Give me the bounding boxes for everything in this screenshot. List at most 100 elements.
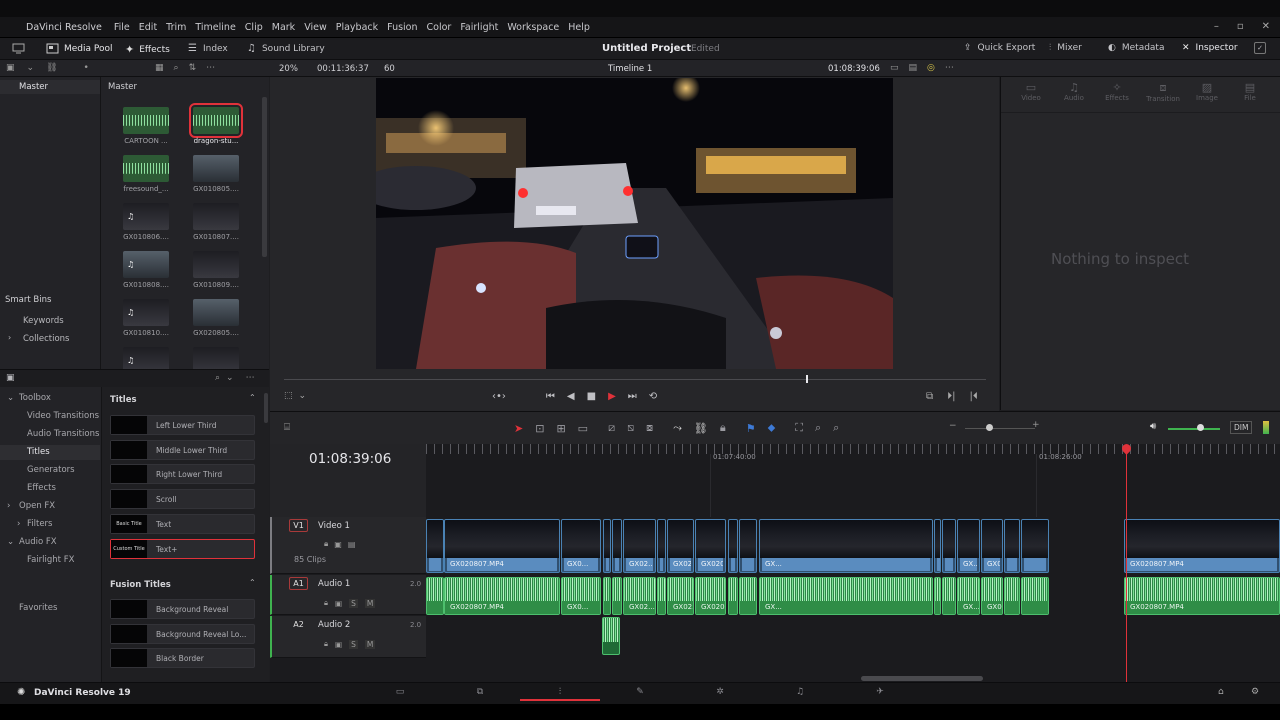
tab-video[interactable]: ▭ Video — [1015, 81, 1047, 102]
video-clip[interactable] — [942, 519, 956, 573]
bin-dropdown-icon[interactable]: ⌄ — [27, 63, 35, 73]
edit-page-icon[interactable]: ⫶ — [520, 687, 600, 701]
snapping-icon[interactable]: ⤳ — [673, 421, 682, 435]
mixer-button[interactable]: ⫶ Mixer — [1049, 43, 1082, 53]
solo-button[interactable]: S — [349, 598, 358, 608]
video-clip[interactable] — [934, 519, 941, 573]
audio-clip[interactable]: GX02... — [667, 577, 694, 615]
audio-clip[interactable]: GX02... — [623, 577, 656, 615]
video-clip-thumbnail[interactable]: ♫ — [123, 299, 169, 326]
audio-clip[interactable] — [1004, 577, 1020, 615]
track-tag-a1[interactable]: A1 — [289, 577, 308, 590]
trim-tool-icon[interactable]: ⊡ — [535, 422, 544, 435]
tree-favorites[interactable]: Favorites — [19, 603, 57, 613]
menu-help[interactable]: Help — [568, 22, 590, 33]
video-clip[interactable]: GX020807.MP4 — [444, 519, 560, 573]
video-clip-thumbnail[interactable] — [193, 251, 239, 278]
jog-track[interactable] — [284, 379, 986, 380]
media-pool-button[interactable]: Media Pool — [46, 43, 113, 54]
mute-button[interactable]: M — [364, 639, 376, 649]
link-icon[interactable]: ⛓ — [46, 63, 57, 73]
step-back-icon[interactable]: ◀ — [567, 391, 575, 402]
audio-clip[interactable]: GX... — [957, 577, 980, 615]
video-frame[interactable] — [376, 78, 893, 369]
blade-tool-icon[interactable]: ▭ — [578, 422, 588, 435]
video-clip[interactable]: GX020807.MP4 — [1124, 519, 1280, 573]
video-clip[interactable] — [739, 519, 757, 573]
zoom-custom-icon[interactable]: ⌕ — [833, 421, 839, 435]
fusion-page-icon[interactable]: ✎ — [600, 687, 680, 701]
menu-fairlight[interactable]: Fairlight — [460, 22, 498, 33]
title-template-item[interactable]: Left Lower Third — [110, 415, 255, 435]
replace-clip-icon[interactable]: ⧇ — [646, 421, 653, 435]
timeline-ruler[interactable]: 01:07:40:00 01:08:26:00 — [426, 444, 1280, 694]
video-clip-thumbnail[interactable]: ♫ — [123, 203, 169, 230]
menu-edit[interactable]: Edit — [139, 22, 157, 33]
volume-icon[interactable]: 🔊︎ — [1150, 421, 1156, 432]
mute-button[interactable]: M — [364, 598, 376, 608]
expand-open-fx-icon[interactable]: › — [7, 501, 10, 511]
selection-tool-icon[interactable]: ➤ — [514, 422, 523, 435]
video-clip[interactable] — [1004, 519, 1020, 573]
smart-bin-keywords[interactable]: Keywords — [23, 316, 64, 326]
title-template-item[interactable]: Scroll — [110, 489, 255, 510]
expand-audio-fx-icon[interactable]: ⌄ — [7, 537, 14, 547]
video-clip-thumbnail[interactable] — [193, 299, 239, 326]
video-clip[interactable] — [728, 519, 738, 573]
video-clip[interactable]: GX020807.MP4 — [695, 519, 726, 573]
menu-mark[interactable]: Mark — [272, 22, 295, 33]
tree-audio-fx[interactable]: Audio FX — [19, 537, 57, 547]
safe-area-dropdown-icon[interactable]: ⌄ — [299, 391, 307, 401]
audio-clip[interactable]: GX020807.MP4 — [444, 577, 560, 615]
skip-to-end-icon[interactable]: ⏭ — [628, 391, 637, 402]
quick-export-button[interactable]: ⇪ Quick Export — [964, 43, 1035, 53]
tab-file[interactable]: ▤ File — [1234, 81, 1266, 102]
linked-selection-icon[interactable]: ⛓ — [694, 422, 708, 435]
menu-timeline[interactable]: Timeline — [195, 22, 235, 33]
position-lock-icon[interactable]: 🔒︎ — [720, 421, 726, 435]
marker-icon[interactable]: ⬥ — [768, 421, 776, 435]
skip-to-start-icon[interactable]: ⏮ — [546, 391, 555, 402]
auto-track-icon[interactable]: ▣ — [335, 599, 342, 608]
solo-button[interactable]: S — [349, 639, 358, 649]
menu-view[interactable]: View — [304, 22, 327, 33]
color-page-icon[interactable]: ✲ — [680, 687, 760, 701]
grid-view-icon[interactable]: ▦ — [155, 63, 164, 73]
media-page-icon[interactable]: ▭ — [360, 687, 440, 701]
fusion-title-item[interactable]: Background Reveal Lo... — [110, 623, 255, 644]
dim-button[interactable]: DIM — [1230, 421, 1253, 434]
sound-library-button[interactable]: ♫ Sound Library — [247, 43, 325, 54]
blade-edit-icon[interactable]: ⊞ — [556, 422, 565, 435]
tab-image[interactable]: ▨ Image — [1191, 81, 1223, 102]
close-icon[interactable]: ✕ — [1262, 21, 1270, 32]
match-frame-icon[interactable]: ⧉ — [926, 391, 933, 402]
video-toggle-icon[interactable]: ▤ — [348, 540, 356, 549]
video-clip[interactable]: GX02... — [623, 519, 656, 573]
tree-filters[interactable]: Filters — [27, 519, 52, 529]
audio-clip[interactable]: GX... — [759, 577, 933, 615]
collapse-titles-icon[interactable]: ⌃ — [249, 393, 256, 402]
viewer-more-icon[interactable]: ⋯ — [945, 63, 954, 73]
audio-clip[interactable] — [934, 577, 941, 615]
title-template-item[interactable]: Custom Title Text+ — [110, 538, 255, 559]
volume-slider[interactable] — [1168, 428, 1220, 430]
sidebar-toggle-icon[interactable]: ▣ — [6, 63, 15, 73]
settings-gear-icon[interactable]: ⚙ — [1251, 687, 1259, 697]
more-options-icon[interactable]: ⋯ — [206, 63, 215, 73]
audio-clip[interactable] — [728, 577, 738, 615]
audio-clip[interactable] — [603, 577, 611, 615]
track-tag-v1[interactable]: V1 — [289, 519, 308, 532]
play-icon[interactable]: ▶ — [608, 391, 616, 402]
tree-effects[interactable]: Effects — [27, 483, 56, 493]
metadata-button[interactable]: ◐ Metadata — [1108, 43, 1164, 53]
audio-clip-thumbnail[interactable] — [189, 103, 243, 138]
jog-icon[interactable]: ‹•› — [492, 391, 506, 402]
home-icon[interactable]: ⌂ — [1218, 687, 1224, 697]
zoom-out-icon[interactable]: − — [949, 421, 957, 431]
deliver-page-icon[interactable]: ✈ — [840, 687, 920, 701]
viewer-zoom[interactable]: 20% — [279, 64, 298, 74]
tree-audio-transitions[interactable]: Audio Transitions — [27, 429, 99, 439]
timeline-scrollbar[interactable] — [861, 676, 983, 681]
cut-page-icon[interactable]: ⧉ — [440, 687, 520, 701]
collapse-fusion-titles-icon[interactable]: ⌃ — [249, 578, 256, 587]
